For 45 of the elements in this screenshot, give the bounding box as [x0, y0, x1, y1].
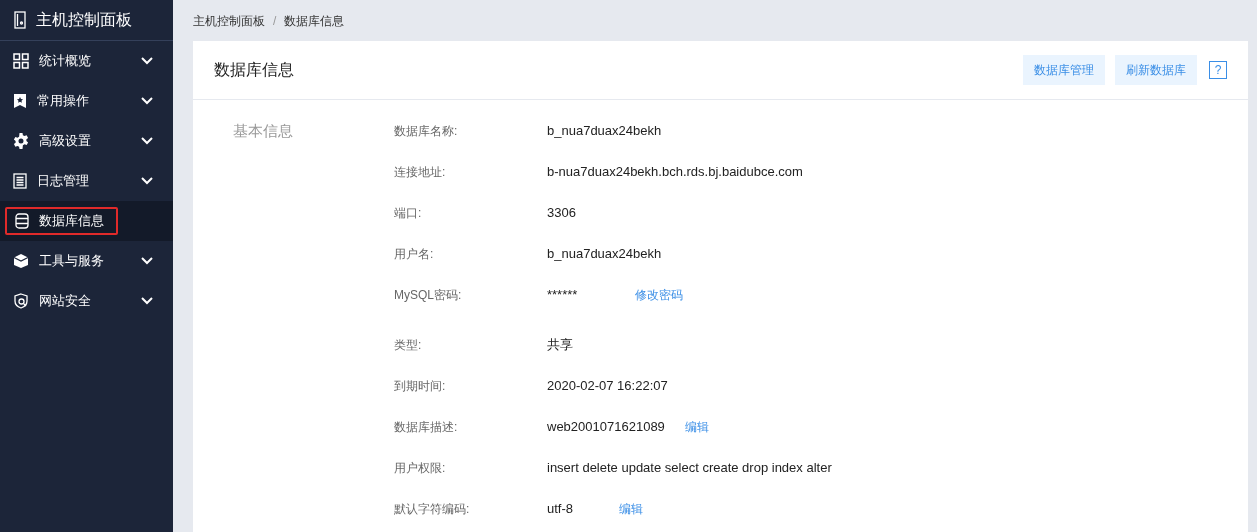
- field-value: b-nua7duax24bekh.bch.rds.bj.baidubce.com: [547, 162, 803, 181]
- sidebar-item[interactable]: 常用操作: [0, 81, 173, 121]
- bookmark-icon: [13, 93, 27, 109]
- field-value: 共享: [547, 335, 574, 354]
- settings-icon: [13, 133, 29, 149]
- grid-icon: [13, 53, 29, 69]
- field-label: 类型:: [394, 336, 423, 354]
- field-value: insert delete update select create drop index alter: [547, 458, 832, 477]
- edit-link[interactable]: 修改密码: [635, 285, 683, 304]
- field-label: MySQL密码:: [394, 286, 463, 304]
- field-value: utf-8: [547, 499, 574, 518]
- sidebar-item[interactable]: 网站安全: [0, 281, 173, 321]
- sidebar-item[interactable]: 日志管理: [0, 161, 173, 201]
- sidebar-item[interactable]: 工具与服务: [0, 241, 173, 281]
- field-value: 3306: [547, 203, 577, 222]
- breadcrumb-separator: /: [273, 12, 277, 30]
- field-label: 到期时间:: [394, 377, 447, 395]
- box-icon: [13, 253, 29, 269]
- field-value: ******: [547, 285, 579, 304]
- field-value: b_nua7duax24bekh: [547, 244, 662, 263]
- field-label: 端口:: [394, 204, 423, 222]
- sidebar-item[interactable]: 数据库信息: [0, 201, 173, 241]
- field-value: b_nua7duax24bekh: [547, 121, 662, 140]
- sidebar-item[interactable]: 高级设置: [0, 121, 173, 161]
- card-title: 数据库信息: [214, 60, 295, 80]
- field-label: 数据库名称:: [394, 122, 459, 140]
- sidebar-item[interactable]: 统计概览: [0, 41, 173, 81]
- breadcrumb-item: 数据库信息: [284, 12, 345, 30]
- field-label: 连接地址:: [394, 163, 447, 181]
- field-value: 2020-02-07 16:22:07: [547, 376, 668, 395]
- database-icon: [15, 213, 29, 229]
- breadcrumb-item[interactable]: 主机控制面板: [193, 11, 265, 30]
- section-title: 基本信息: [232, 121, 294, 141]
- help-button[interactable]: ?: [1209, 61, 1227, 79]
- field-label: 用户名:: [394, 245, 435, 263]
- server-icon: [14, 11, 26, 29]
- sidebar-title: 主机控制面板: [36, 10, 132, 30]
- edit-link[interactable]: 编辑: [619, 499, 643, 518]
- field-label: 数据库描述:: [394, 418, 459, 436]
- field-label: 用户权限:: [394, 459, 447, 477]
- field-value: web2001071621089: [547, 417, 665, 436]
- shield-search-icon: [13, 293, 29, 309]
- field-label: 默认字符编码:: [394, 500, 471, 518]
- edit-link[interactable]: 编辑: [684, 417, 709, 436]
- list-icon: [13, 173, 27, 189]
